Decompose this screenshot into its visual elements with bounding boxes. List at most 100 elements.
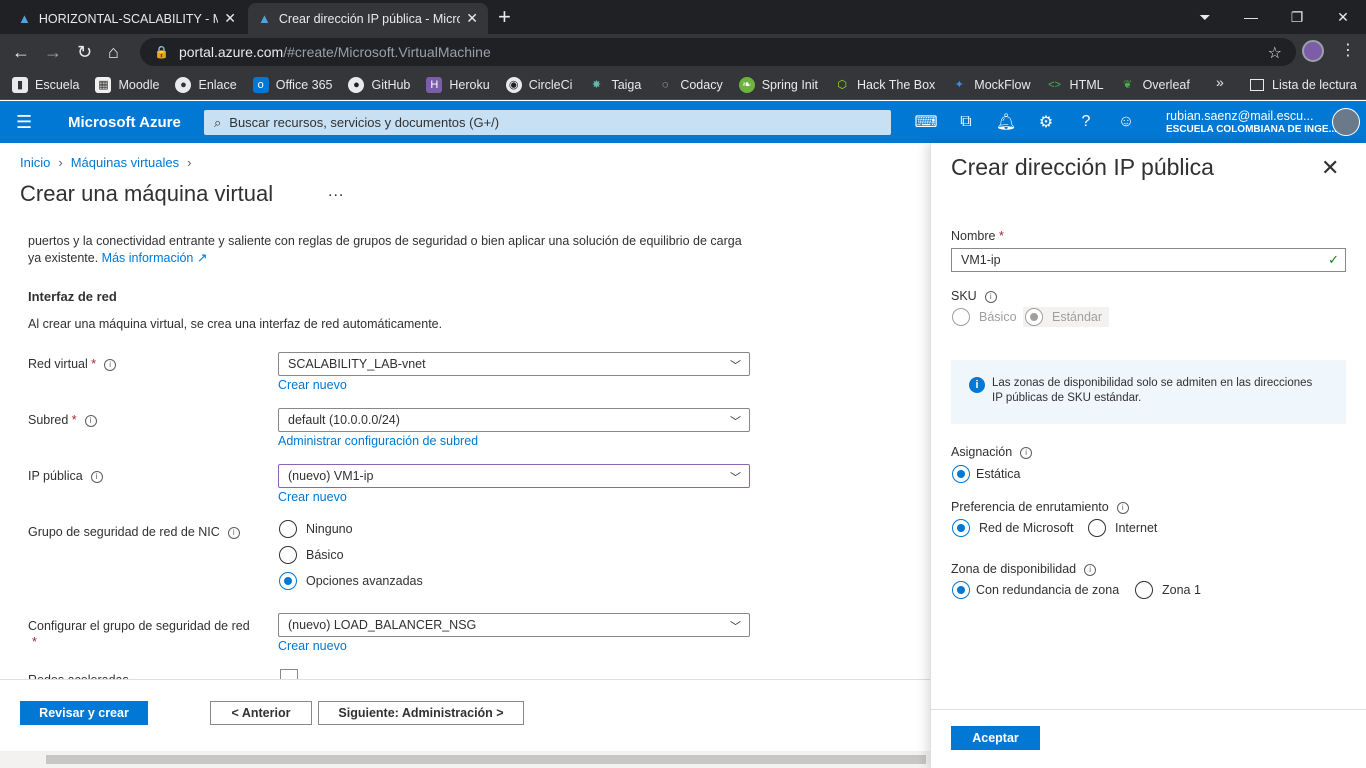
zone-option-1[interactable]: Zona 1: [1135, 581, 1201, 599]
bookmark-mockflow[interactable]: ✦ MockFlow: [951, 77, 1031, 93]
review-create-button[interactable]: Revisar y crear: [20, 701, 148, 725]
close-window-icon[interactable]: ✕: [1320, 9, 1366, 26]
info-icon[interactable]: i: [104, 358, 117, 371]
previous-button[interactable]: < Anterior: [210, 701, 312, 725]
reading-list-label: Lista de lectura: [1272, 78, 1357, 92]
nsg-config-select[interactable]: (nuevo) LOAD_BALANCER_NSG ﹀: [278, 613, 750, 637]
bookmark-codacy[interactable]: ◌ Codacy: [657, 77, 723, 93]
zone-option-redundant[interactable]: Con redundancia de zona: [952, 581, 1119, 599]
subnet-select[interactable]: default (10.0.0.0/24) ﹀: [278, 408, 750, 432]
bookmark-github[interactable]: ● GitHub: [348, 76, 410, 93]
bookmark-html[interactable]: <> HTML: [1047, 77, 1103, 93]
azure-search-input[interactable]: ⌕ Buscar recursos, servicios y documento…: [204, 110, 891, 135]
scrollbar-thumb[interactable]: [46, 755, 926, 764]
minimize-icon[interactable]: —: [1228, 9, 1274, 25]
maximize-icon[interactable]: ❐: [1274, 9, 1320, 26]
assignment-option-static[interactable]: Estática: [952, 465, 1020, 483]
more-info-link[interactable]: Más información ↗: [102, 251, 208, 265]
bookmark-escuela[interactable]: ▮ Escuela: [12, 76, 79, 93]
radio-button-selected[interactable]: [952, 519, 970, 537]
new-tab-icon[interactable]: +: [498, 5, 511, 29]
url-field[interactable]: 🔒 portal.azure.com/#create/Microsoft.Vir…: [140, 38, 1296, 66]
settings-gear-icon[interactable]: ⚙: [1026, 112, 1066, 132]
radio-button-selected[interactable]: [952, 581, 970, 599]
more-bookmarks-icon[interactable]: »: [1216, 74, 1224, 90]
accept-button[interactable]: Aceptar: [951, 726, 1040, 750]
nsg-option-none[interactable]: Ninguno: [279, 520, 353, 538]
bookmark-star-icon[interactable]: ☆: [1268, 43, 1282, 63]
close-icon[interactable]: ✕: [1321, 155, 1339, 181]
more-options-icon[interactable]: ...: [328, 183, 344, 201]
bookmark-spring[interactable]: ❧ Spring Init: [738, 76, 818, 93]
public-ip-create-link[interactable]: Crear nuevo: [278, 490, 347, 504]
azure-brand[interactable]: Microsoft Azure: [68, 114, 181, 131]
info-icon[interactable]: i: [1020, 446, 1033, 459]
sku-option-basic[interactable]: Básico: [952, 308, 1017, 326]
breadcrumb-vms[interactable]: Máquinas virtuales: [71, 155, 179, 170]
help-icon[interactable]: ?: [1066, 113, 1106, 131]
tab-search-icon[interactable]: ⏷: [1182, 9, 1228, 26]
bookmark-hackthebox[interactable]: ⬡ Hack The Box: [834, 77, 935, 93]
notifications-bell-icon[interactable]: 🔔︎: [986, 112, 1026, 132]
subnet-manage-link[interactable]: Administrar configuración de subred: [278, 434, 478, 448]
public-ip-select[interactable]: (nuevo) VM1-ip ﹀: [278, 464, 750, 488]
bookmark-enlace[interactable]: ● Enlace: [175, 76, 237, 93]
user-avatar[interactable]: [1332, 108, 1360, 136]
vnet-select[interactable]: SCALABILITY_LAB-vnet ﹀: [278, 352, 750, 376]
public-ip-value: (nuevo) VM1-ip: [288, 469, 374, 483]
hamburger-menu-icon[interactable]: ☰: [16, 113, 32, 131]
sku-option-standard[interactable]: Estándar: [1025, 308, 1102, 326]
bookmark-taiga[interactable]: ✸ Taiga: [588, 77, 642, 93]
next-button[interactable]: Siguiente: Administración >: [318, 701, 524, 725]
routing-option-microsoft[interactable]: Red de Microsoft: [952, 519, 1073, 537]
reading-list-button[interactable]: Lista de lectura: [1250, 70, 1357, 100]
info-icon[interactable]: i: [227, 526, 240, 539]
radio-button-selected[interactable]: [952, 465, 970, 483]
directory-filter-icon[interactable]: ⧉: [946, 113, 986, 131]
profile-avatar[interactable]: [1302, 40, 1324, 62]
accelerated-networking-checkbox[interactable]: [280, 669, 298, 679]
info-icon[interactable]: i: [1084, 563, 1097, 576]
radio-button-disabled-selected[interactable]: [1025, 308, 1043, 326]
browser-menu-icon[interactable]: ⋮: [1340, 40, 1356, 60]
radio-button-disabled[interactable]: [952, 308, 970, 326]
account-info[interactable]: rubian.saenz@mail.escu... ESCUELA COLOMB…: [1166, 109, 1337, 137]
feedback-smiley-icon[interactable]: ☺: [1106, 113, 1146, 131]
info-icon[interactable]: i: [1116, 501, 1129, 514]
info-icon[interactable]: i: [90, 470, 103, 483]
zone-label-text: Zona de disponibilidad: [951, 562, 1077, 576]
required-marker: *: [998, 229, 1004, 243]
bookmark-circleci[interactable]: ◉ CircleCi: [505, 76, 572, 93]
browser-tab-active[interactable]: ▲ Crear dirección IP pública - Micro ✕: [248, 3, 488, 34]
nsg-option-advanced[interactable]: Opciones avanzadas: [279, 572, 423, 590]
reload-icon[interactable]: ↻: [77, 41, 92, 63]
radio-button[interactable]: [1135, 581, 1153, 599]
bookmark-overleaf[interactable]: ❦ Overleaf: [1120, 77, 1190, 93]
bookmark-label: MockFlow: [974, 77, 1031, 92]
home-icon[interactable]: ⌂: [108, 41, 119, 63]
info-icon[interactable]: i: [984, 290, 997, 303]
horizontal-scrollbar[interactable]: [0, 751, 930, 768]
bookmark-heroku[interactable]: H Heroku: [426, 76, 490, 93]
breadcrumb-home[interactable]: Inicio: [20, 155, 50, 170]
radio-button-selected[interactable]: [279, 572, 297, 590]
vnet-create-link[interactable]: Crear nuevo: [278, 378, 347, 392]
routing-option-internet[interactable]: Internet: [1088, 519, 1157, 537]
name-input[interactable]: VM1-ip ✓: [951, 248, 1346, 272]
nsg-create-link[interactable]: Crear nuevo: [278, 639, 347, 653]
page-title: Crear una máquina virtual: [20, 181, 274, 206]
radio-button[interactable]: [279, 520, 297, 538]
back-icon[interactable]: ←: [12, 41, 30, 63]
radio-button[interactable]: [1088, 519, 1106, 537]
close-tab-icon[interactable]: ✕: [224, 10, 236, 27]
bookmark-moodle[interactable]: ▦ Moodle: [95, 76, 159, 93]
info-icon[interactable]: i: [84, 414, 97, 427]
browser-tab[interactable]: ▲ HORIZONTAL-SCALABILITY - Mic ✕: [8, 3, 246, 34]
close-tab-icon[interactable]: ✕: [466, 10, 478, 27]
radio-button[interactable]: [279, 546, 297, 564]
book-icon: ▮: [12, 76, 28, 93]
nsg-option-basic[interactable]: Básico: [279, 546, 344, 564]
cloud-shell-icon[interactable]: ⌨: [906, 112, 946, 132]
forward-icon[interactable]: →: [44, 41, 62, 63]
bookmark-office[interactable]: o Office 365: [252, 76, 332, 93]
